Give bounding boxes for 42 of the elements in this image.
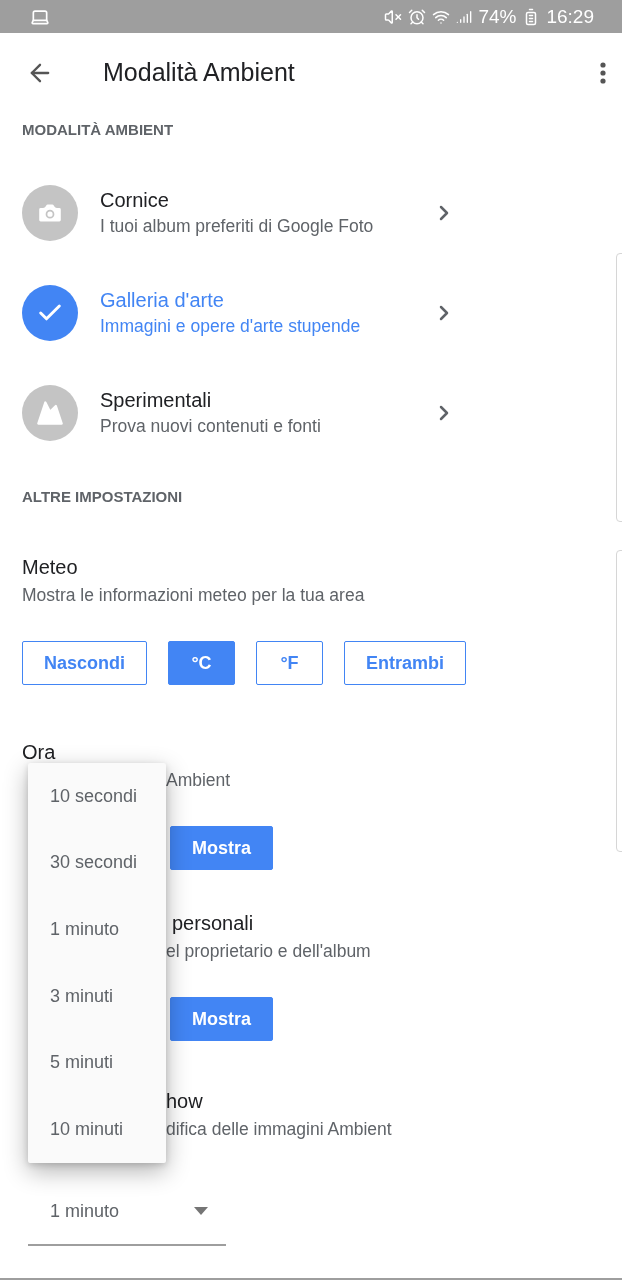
- mode-title: Sperimentali: [100, 389, 213, 412]
- mode-subtitle: Immagini e opere d'arte stupende: [100, 316, 362, 337]
- mode-subtitle: I tuoi album preferiti di Google Foto: [100, 216, 375, 237]
- option-button[interactable]: Entrambi: [344, 641, 467, 685]
- clock-time: 16:29: [546, 5, 594, 28]
- signal-icon: [456, 8, 473, 25]
- mode-item[interactable]: Sperimentali Prova nuovi contenuti e fonti: [0, 363, 622, 463]
- option-button[interactable]: Mostra: [170, 826, 273, 870]
- option-button[interactable]: Nascondi: [22, 641, 148, 685]
- battery-percentage: 74%: [478, 5, 517, 28]
- menu-item[interactable]: 1 minuto: [28, 896, 166, 963]
- section-heading: ALTRE IMPOSTAZIONI: [21, 487, 184, 507]
- setting-title: personali: [171, 911, 254, 936]
- option-button[interactable]: °C: [168, 641, 236, 685]
- menu-item[interactable]: 5 minuti: [28, 1029, 166, 1096]
- more-options-button[interactable]: [598, 59, 608, 86]
- mode-title: Cornice: [100, 189, 170, 212]
- setting-title: Ora: [22, 740, 56, 765]
- menu-item[interactable]: 10 minuti: [28, 1095, 166, 1163]
- page-title: Modalità Ambient: [103, 58, 296, 87]
- alarm-icon: [408, 7, 427, 26]
- mode-item[interactable]: Galleria d'arte Immagini e opere d'arte stupende: [0, 263, 622, 363]
- menu-item[interactable]: 30 secondi: [28, 829, 166, 897]
- interval-dropdown[interactable]: 1 minuto: [28, 1190, 226, 1246]
- menu-item[interactable]: 3 minuti: [28, 962, 166, 1030]
- option-button[interactable]: Mostra: [170, 997, 273, 1041]
- mode-item[interactable]: Cornice I tuoi album preferiti di Google Foto: [0, 163, 622, 263]
- setting-description: el proprietario e dell'album: [166, 940, 371, 962]
- setting-description: Ambient: [166, 769, 231, 791]
- setting-title: Meteo: [22, 555, 78, 580]
- setting-description: Mostra le informazioni meteo per la tua area: [22, 584, 365, 606]
- menu-item[interactable]: 10 secondi: [28, 763, 166, 830]
- mode-subtitle: Prova nuovi contenuti e fonti: [100, 416, 322, 437]
- setting-title: how: [166, 1089, 203, 1114]
- section-heading: MODALITÀ AMBIENT: [21, 120, 175, 140]
- dropdown-caret-icon: [194, 1207, 208, 1215]
- mountain-icon: [36, 399, 64, 427]
- setting-description: difica delle immagini Ambient: [166, 1118, 392, 1140]
- more-options-icon: [600, 61, 606, 84]
- mode-title: Galleria d'arte: [100, 289, 225, 312]
- option-button[interactable]: °F: [256, 641, 324, 685]
- mute-icon: [384, 7, 403, 26]
